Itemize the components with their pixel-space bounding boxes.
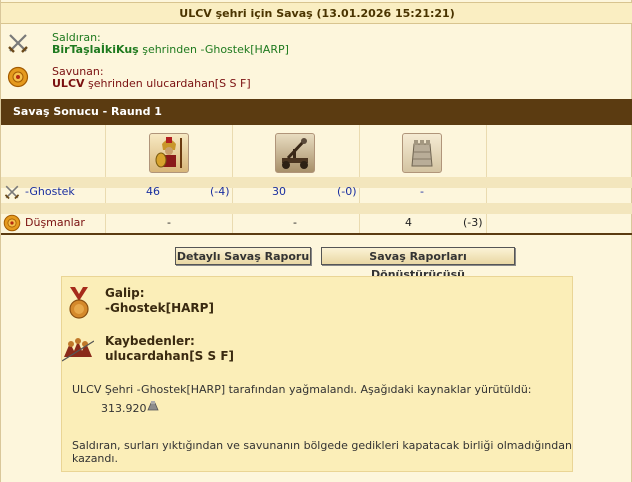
result-panel: Galip: -Ghostek[HARP] Kaybedenler: uluca…: [61, 276, 573, 472]
plunder-text: ULCV Şehri -Ghostek[HARP] tarafından yağ…: [72, 383, 532, 396]
attacker-player-link[interactable]: BirTaşlaİkiKuş: [52, 43, 139, 56]
detailed-report-button[interactable]: Detaylı Savaş Raporu: [175, 247, 311, 265]
attacker-block: Saldıran: BirTaşlaİkiKuş şehrinden -Ghos…: [1, 28, 632, 62]
unit-count: 46: [146, 185, 160, 198]
footer-text: Saldıran, surları yıktığından ve savunan…: [72, 439, 572, 452]
table-row: Düşmanlar - - 4 (-3): [1, 213, 632, 233]
catapult-icon: [282, 138, 308, 169]
unit-loss: (-0): [337, 185, 357, 198]
crossed-swords-icon: [8, 34, 28, 53]
fallen-soldiers-icon: [62, 338, 94, 362]
section-title: Savaş Sonucu - Raund 1: [1, 99, 632, 125]
wall-icon: [411, 140, 433, 167]
table-row: -Ghostek 46 (-4) 30 (-0) -: [1, 182, 632, 202]
defender-line: ULCV şehrinden ulucardahan[S S F]: [52, 77, 251, 90]
resource-icon: [147, 401, 159, 411]
window-title: ULCV şehri için Savaş (13.01.2026 15:21:…: [1, 2, 632, 24]
attacker-line: BirTaşlaİkiKuş şehrinden -Ghostek[HARP]: [52, 43, 289, 56]
shield-icon: [3, 214, 21, 232]
defender-block: Savunan: ULCV şehrinden ulucardahan[S S …: [1, 64, 632, 94]
unit-count: 30: [272, 185, 286, 198]
unit-wall: [402, 133, 442, 173]
unit-catapult: [275, 133, 315, 173]
losers-name: ulucardahan[S S F]: [105, 349, 235, 363]
footer-text-cont: kazandı.: [72, 452, 118, 465]
unit-count: 4: [405, 216, 412, 229]
unit-loss: (-4): [210, 185, 230, 198]
winner-label: Galip:: [105, 286, 145, 300]
plunder-amount: 313.920: [101, 402, 147, 415]
row-enemies-label: Düşmanlar: [25, 216, 85, 229]
losers-label: Kaybedenler:: [105, 334, 195, 348]
unit-count: -: [420, 185, 424, 198]
unit-loss: (-3): [463, 216, 483, 229]
medal-icon: [69, 287, 89, 319]
report-converter-button[interactable]: Savaş Raporları Dönüştürücüsü: [321, 247, 515, 281]
hoplite-icon: [155, 137, 182, 168]
attacker-city-text: şehrinden -Ghostek[HARP]: [138, 43, 289, 56]
unit-count: -: [167, 216, 171, 229]
winner-name: -Ghostek[HARP]: [105, 301, 214, 315]
row-player-link[interactable]: -Ghostek: [25, 182, 75, 202]
unit-hoplite: [149, 133, 189, 173]
defender-city-link[interactable]: ULCV: [52, 77, 85, 90]
crossed-swords-icon: [4, 185, 20, 200]
report-frame: ULCV şehri için Savaş (13.01.2026 15:21:…: [0, 0, 632, 482]
defender-city-text: şehrinden ulucardahan[S S F]: [84, 77, 251, 90]
shield-icon: [7, 66, 29, 88]
unit-count: -: [293, 216, 297, 229]
